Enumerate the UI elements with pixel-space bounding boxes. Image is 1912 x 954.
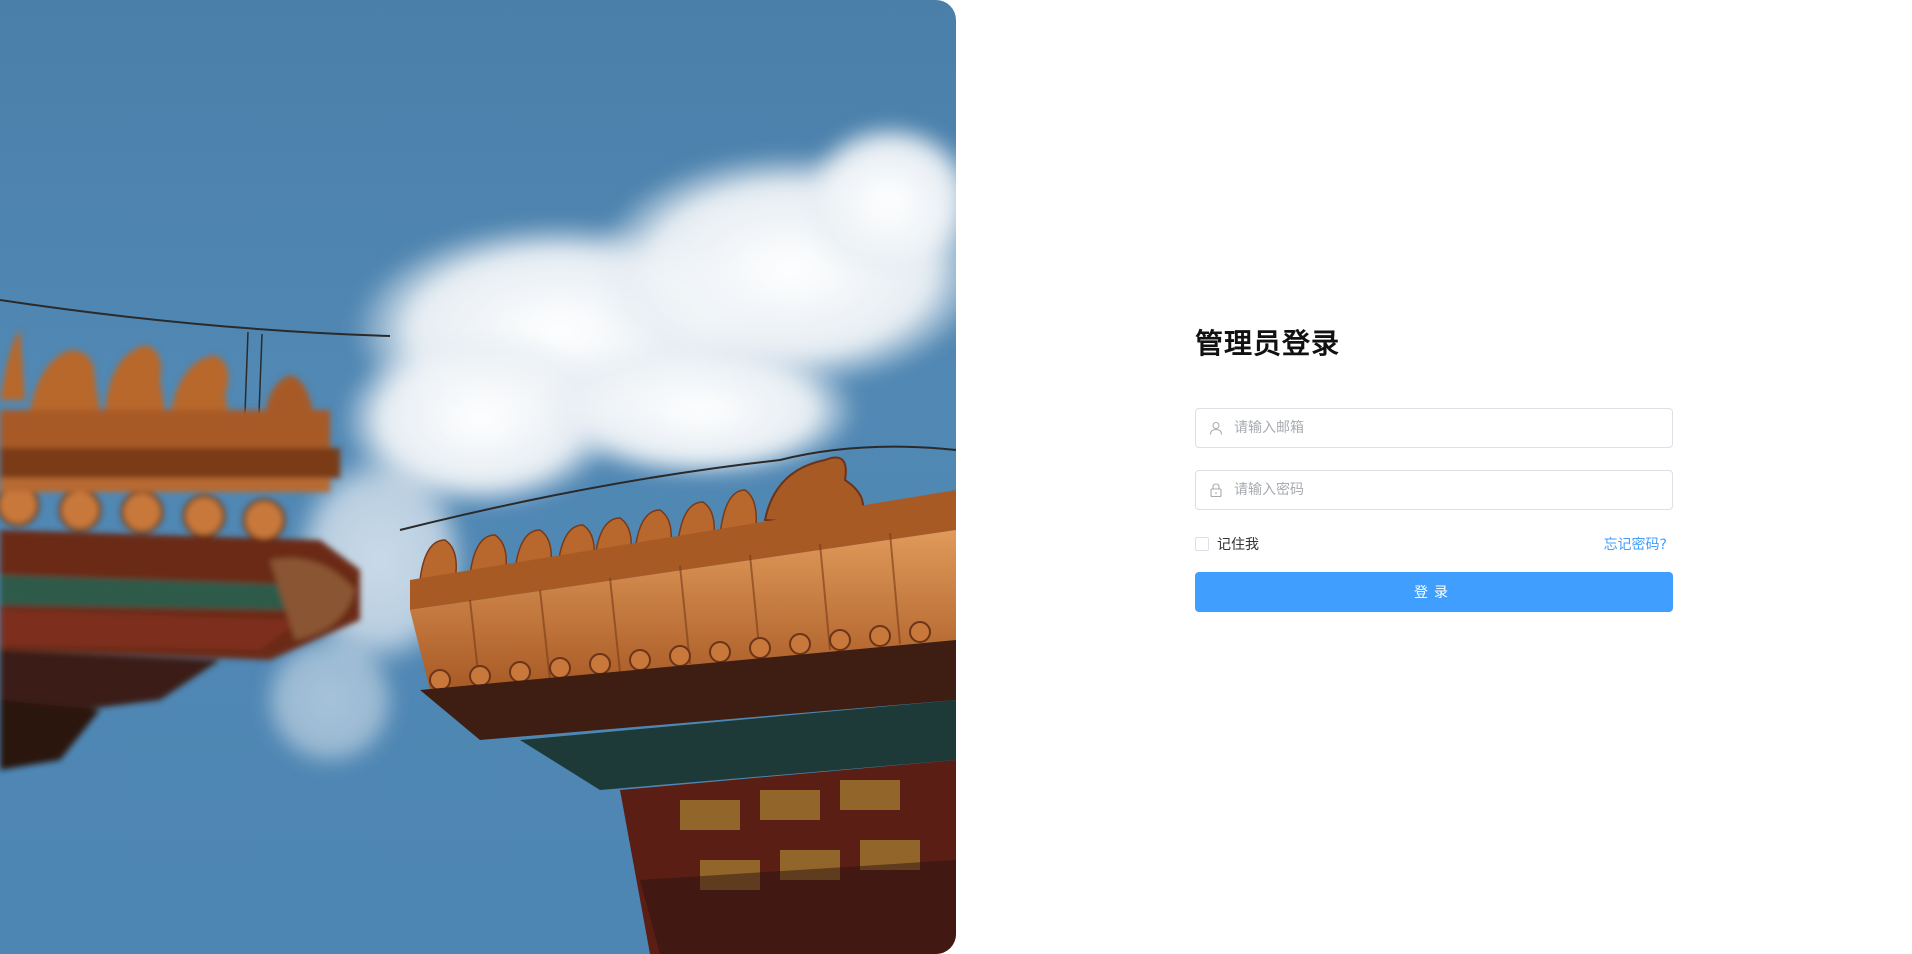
email-input[interactable] bbox=[1232, 409, 1662, 447]
right-roof bbox=[410, 456, 956, 954]
remember-me-label: 记住我 bbox=[1217, 537, 1259, 553]
hero-image-panel bbox=[0, 0, 956, 954]
lock-icon bbox=[1210, 483, 1222, 497]
page-title: 管理员登录 bbox=[1195, 327, 1341, 360]
password-field[interactable] bbox=[1195, 470, 1673, 510]
login-panel: 管理员登录 记住我 忘记密码? 登录 bbox=[1195, 320, 1673, 612]
password-input[interactable] bbox=[1232, 471, 1662, 509]
email-field[interactable] bbox=[1195, 408, 1673, 448]
hero-illustration bbox=[0, 120, 956, 954]
remember-me-checkbox[interactable]: 记住我 bbox=[1195, 534, 1259, 554]
login-button[interactable]: 登录 bbox=[1195, 572, 1673, 612]
login-options-row: 记住我 忘记密码? bbox=[1195, 532, 1673, 554]
checkbox-box[interactable] bbox=[1195, 537, 1209, 551]
wire-line bbox=[0, 299, 391, 337]
user-icon bbox=[1209, 421, 1223, 435]
forgot-password-link[interactable]: 忘记密码? bbox=[1604, 534, 1667, 554]
